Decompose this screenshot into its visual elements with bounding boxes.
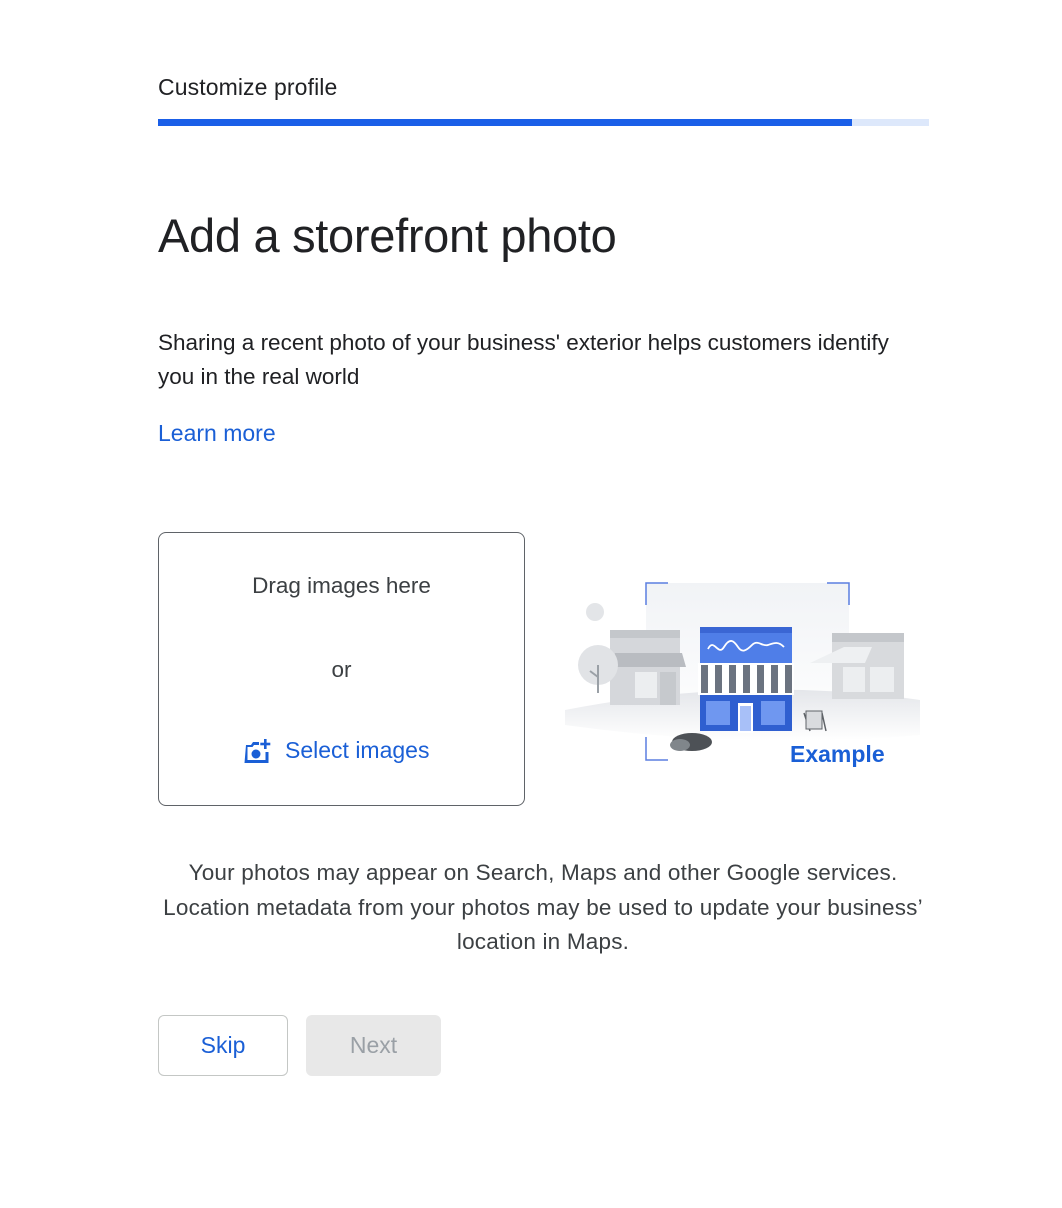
learn-more-link[interactable]: Learn more [158, 420, 276, 447]
progress-bar [158, 119, 929, 126]
select-images-label: Select images [285, 737, 430, 763]
add-photo-camera-icon [243, 738, 271, 764]
select-images-button[interactable]: Select images [243, 737, 429, 764]
image-dropzone[interactable]: Drag images here or Select images [158, 532, 525, 806]
section-label: Customize profile [158, 74, 338, 100]
page-title: Add a storefront photo [158, 209, 617, 262]
page-description: Sharing a recent photo of your business'… [158, 330, 889, 389]
example-label: Example [790, 741, 885, 767]
photo-disclaimer: Your photos may appear on Search, Maps a… [163, 860, 923, 954]
skip-button[interactable]: Skip [158, 1015, 288, 1076]
progress-bar-fill [158, 119, 852, 126]
next-button[interactable]: Next [306, 1015, 441, 1076]
or-text: or [331, 657, 352, 682]
drag-images-text: Drag images here [252, 573, 431, 598]
